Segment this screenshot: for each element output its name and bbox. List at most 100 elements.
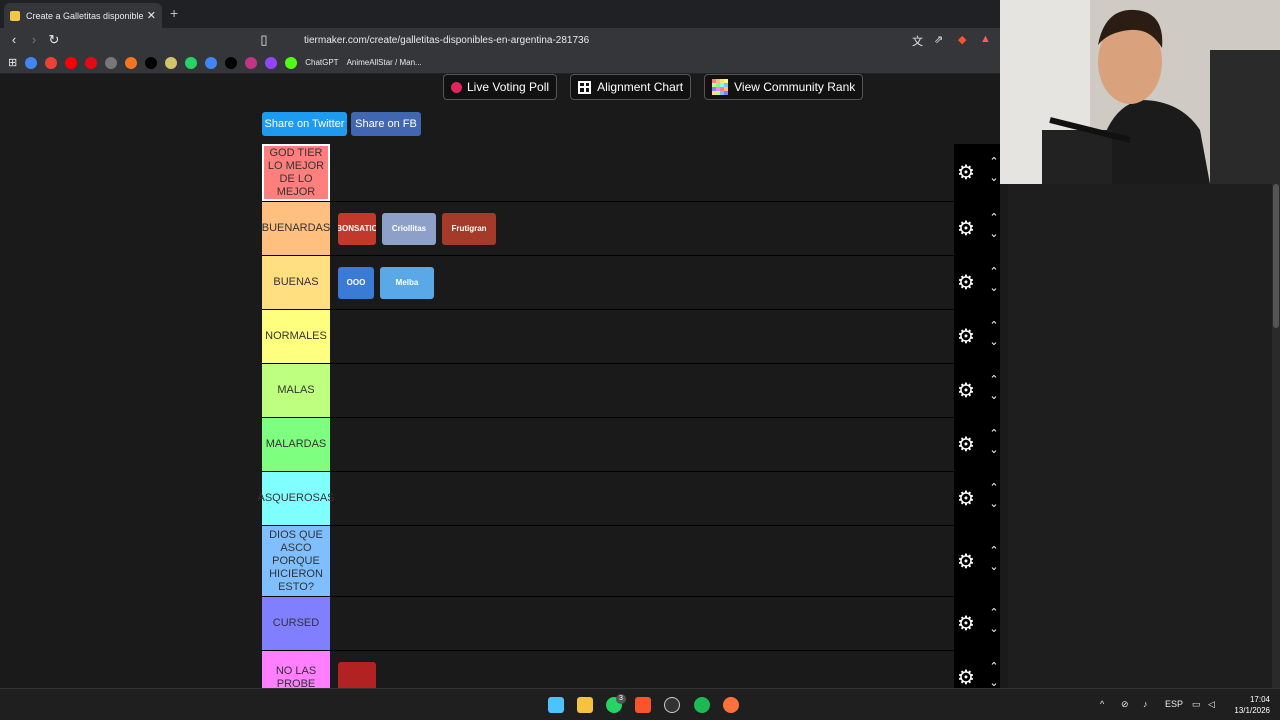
new-tab-button[interactable]: + — [170, 5, 178, 21]
move-tier-up-icon[interactable]: ⌃ — [988, 373, 1000, 386]
crunchyroll-icon[interactable] — [125, 56, 138, 69]
forward-icon[interactable]: › — [26, 32, 42, 47]
tier-label[interactable]: DIOS QUE ASCO PORQUE HICIERON ESTO? — [262, 526, 330, 596]
move-tier-up-icon[interactable]: ⌃ — [988, 155, 1000, 168]
tiktok-icon[interactable] — [145, 56, 158, 69]
share-on-twitter-button[interactable]: Share on Twitter — [262, 112, 347, 136]
tier-label[interactable]: ASQUEROSAS — [257, 472, 335, 525]
tier-settings-gear-icon[interactable]: ⚙ — [957, 160, 975, 185]
move-tier-up-icon[interactable]: ⌃ — [988, 481, 1000, 494]
move-tier-up-icon[interactable]: ⌃ — [988, 211, 1000, 224]
page-scrollbar[interactable] — [1272, 184, 1280, 688]
tier-settings-gear-icon[interactable]: ⚙ — [957, 432, 975, 457]
language-indicator[interactable]: ESP — [1165, 699, 1183, 709]
translate-page-icon[interactable]: 文 — [912, 33, 923, 49]
move-tier-down-icon[interactable]: ⌄ — [988, 389, 1000, 402]
tier-items-dropzone[interactable]: OOO Melba — [330, 256, 954, 309]
tier-settings-gear-icon[interactable]: ⚙ — [957, 324, 975, 349]
sonrisas-cookie[interactable]: OOO — [338, 266, 374, 299]
tier-label[interactable]: BUENARDAS — [262, 202, 330, 255]
tier-label[interactable]: BUENAS — [262, 256, 330, 309]
share-icon[interactable]: ⇗ — [934, 33, 943, 46]
tier-settings-gear-icon[interactable]: ⚙ — [957, 611, 975, 636]
move-tier-down-icon[interactable]: ⌄ — [988, 497, 1000, 510]
microphone-icon[interactable]: ♪ — [1143, 699, 1148, 709]
network-icon[interactable]: ⊘ — [1121, 699, 1129, 710]
tier-items-dropzone[interactable] — [330, 526, 954, 596]
view-community-rank-button[interactable]: View Community Rank — [704, 74, 864, 100]
translate-icon[interactable] — [205, 56, 218, 69]
system-clock[interactable]: 17:04 13/1/2026 — [1234, 694, 1270, 716]
move-tier-down-icon[interactable]: ⌄ — [988, 171, 1000, 184]
tier-items-dropzone[interactable] — [330, 144, 954, 201]
tier-items-dropzone[interactable]: BONSATIO Criollitas Frutigran — [330, 202, 954, 255]
tier-items-dropzone[interactable] — [330, 472, 954, 525]
windows-start-icon[interactable] — [548, 697, 564, 713]
obs-icon[interactable] — [664, 697, 680, 713]
tier-items-dropzone[interactable] — [330, 651, 954, 690]
scrollbar-thumb[interactable] — [1273, 184, 1279, 328]
file-explorer-icon[interactable] — [577, 697, 593, 713]
tier-items-dropzone[interactable] — [330, 418, 954, 471]
move-tier-down-icon[interactable]: ⌄ — [988, 281, 1000, 294]
reload-icon[interactable]: ↻ — [46, 32, 62, 48]
move-tier-up-icon[interactable]: ⌃ — [988, 606, 1000, 619]
bonsatio-cookie[interactable]: BONSATIO — [338, 212, 376, 245]
kick-icon[interactable] — [285, 56, 298, 69]
move-tier-up-icon[interactable]: ⌃ — [988, 427, 1000, 440]
bookmark-icon-2[interactable] — [165, 56, 178, 69]
apps-grid-icon[interactable]: ⊞ — [8, 56, 17, 69]
whatsapp-icon[interactable] — [185, 56, 198, 69]
youtube-icon[interactable] — [65, 56, 78, 69]
live-voting-poll-button[interactable]: Live Voting Poll — [443, 74, 558, 100]
tier-label[interactable]: NORMALES — [262, 310, 330, 363]
gmail-icon[interactable] — [45, 56, 58, 69]
tier-items-dropzone[interactable] — [330, 310, 954, 363]
display-icon[interactable]: ▭ — [1192, 699, 1201, 710]
spotify-icon[interactable] — [694, 697, 710, 713]
url-field[interactable]: tiermaker.com/create/galletitas-disponib… — [280, 31, 1000, 49]
share-on-fb-button[interactable]: Share on FB — [351, 112, 421, 136]
back-icon[interactable]: ‹ — [6, 32, 22, 47]
tier-items-dropzone[interactable] — [330, 597, 954, 650]
move-tier-down-icon[interactable]: ⌄ — [988, 622, 1000, 635]
bookmark-animeallstar[interactable]: AnimeAllStar / Man... — [347, 58, 422, 67]
netflix-icon[interactable] — [85, 56, 98, 69]
firefox-icon[interactable] — [723, 697, 739, 713]
brave-rewards-icon[interactable]: ▲ — [980, 33, 991, 45]
x-icon[interactable] — [225, 56, 238, 69]
tier-label[interactable]: CURSED — [262, 597, 330, 650]
google-icon[interactable] — [25, 56, 38, 69]
mellizas-cookie[interactable]: Melba — [380, 266, 434, 299]
brave-taskbar-icon[interactable] — [635, 697, 651, 713]
tier-settings-gear-icon[interactable]: ⚙ — [957, 665, 975, 690]
move-tier-up-icon[interactable]: ⌃ — [988, 265, 1000, 278]
move-tier-down-icon[interactable]: ⌄ — [988, 443, 1000, 456]
tab-close-icon[interactable]: ✕ — [147, 9, 156, 22]
bookmark-icon[interactable] — [105, 56, 118, 69]
tier-settings-gear-icon[interactable]: ⚙ — [957, 216, 975, 241]
criollitas-cookie[interactable]: Criollitas — [382, 212, 436, 245]
brave-shield-icon[interactable]: ◆ — [958, 33, 966, 46]
tier-settings-gear-icon[interactable]: ⚙ — [957, 486, 975, 511]
tier-settings-gear-icon[interactable]: ⚙ — [957, 549, 975, 574]
instagram-icon[interactable] — [245, 56, 258, 69]
tier-items-dropzone[interactable] — [330, 364, 954, 417]
bookmark-chatgpt[interactable]: ChatGPT — [305, 58, 338, 67]
tier-label[interactable]: NO LAS PROBE — [262, 651, 330, 690]
tier-settings-gear-icon[interactable]: ⚙ — [957, 270, 975, 295]
frutigran-cookie[interactable]: Frutigran — [442, 212, 496, 245]
tier-label[interactable]: MALAS — [262, 364, 330, 417]
tier-settings-gear-icon[interactable]: ⚙ — [957, 378, 975, 403]
move-tier-up-icon[interactable]: ⌃ — [988, 319, 1000, 332]
tray-chevron-icon[interactable]: ^ — [1100, 699, 1104, 709]
move-tier-down-icon[interactable]: ⌄ — [988, 335, 1000, 348]
bookmark-star-icon[interactable]: ▯ — [256, 32, 272, 48]
twitch-icon[interactable] — [265, 56, 278, 69]
move-tier-up-icon[interactable]: ⌃ — [988, 544, 1000, 557]
active-tab[interactable]: Create a Galletitas disponibles e... ✕ — [4, 3, 162, 28]
pepitos-cookie[interactable] — [338, 661, 376, 690]
move-tier-up-icon[interactable]: ⌃ — [988, 660, 1000, 673]
alignment-chart-button[interactable]: Alignment Chart — [570, 74, 692, 100]
move-tier-down-icon[interactable]: ⌄ — [988, 227, 1000, 240]
